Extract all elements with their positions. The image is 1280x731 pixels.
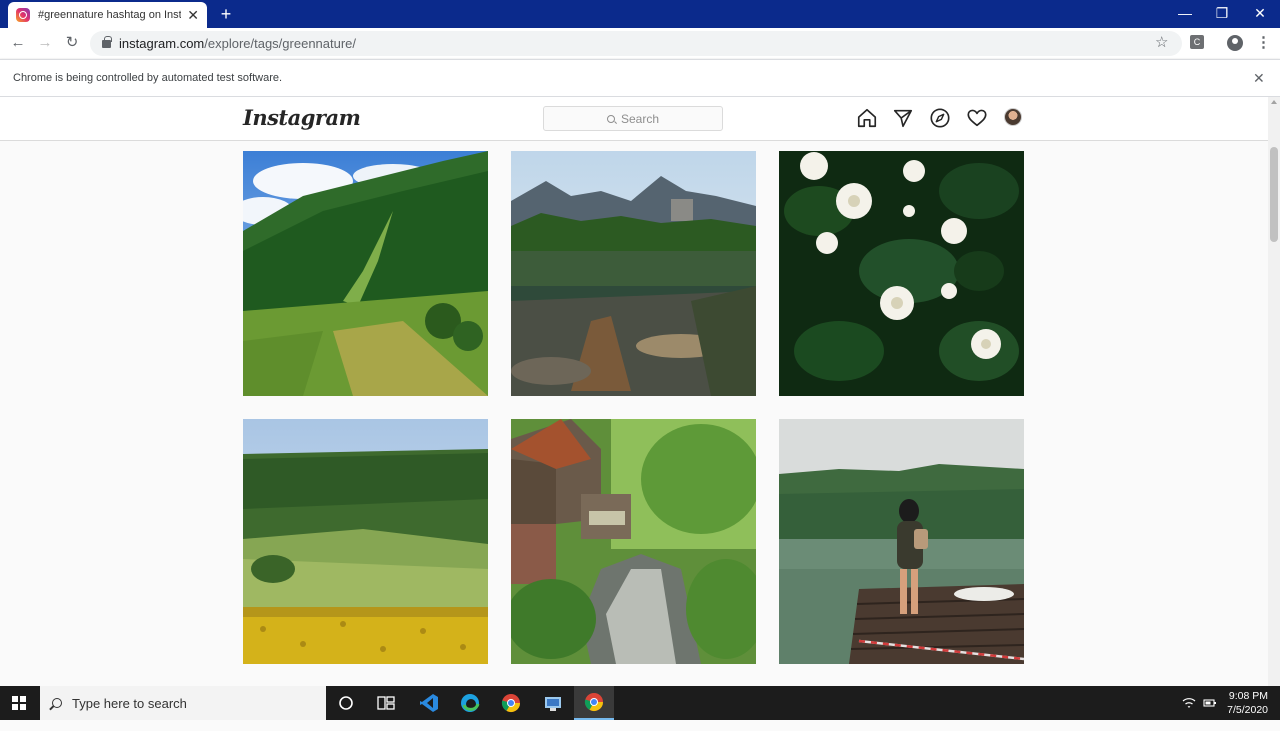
chrome-icon[interactable] [491, 686, 531, 720]
minimize-button[interactable]: — [1166, 0, 1204, 26]
restore-button[interactable]: ❐ [1203, 0, 1241, 26]
new-tab-button[interactable]: + [216, 4, 236, 24]
chrome-menu-icon[interactable]: ⋮ [1256, 33, 1271, 51]
home-icon[interactable] [856, 107, 878, 129]
automation-infobar: Chrome is being controlled by automated … [0, 59, 1280, 97]
windows-taskbar: Type here to search 9:08 PM 7/5/2020 [0, 686, 1280, 720]
post-mill-stream[interactable] [511, 419, 756, 664]
task-view-icon[interactable] [366, 686, 406, 720]
post-lake-pier[interactable] [779, 419, 1024, 664]
scrollbar-thumb[interactable] [1270, 147, 1278, 242]
wifi-icon[interactable] [1182, 696, 1196, 730]
instagram-favicon-icon [16, 8, 30, 22]
browser-titlebar: #greennature hashtag on Instagram ✕ + — … [0, 0, 1280, 28]
url-host: instagram.com [119, 36, 205, 51]
lock-icon[interactable] [102, 35, 112, 48]
infobar-close-icon[interactable]: ✕ [1253, 70, 1265, 87]
reload-button[interactable]: ↻ [62, 33, 82, 53]
infobar-message: Chrome is being controlled by automated … [13, 72, 283, 84]
scroll-up-icon[interactable] [1271, 100, 1277, 104]
network-app-icon[interactable] [533, 686, 573, 720]
clock-time: 9:08 PM [1228, 690, 1268, 702]
instagram-header: Instagram Search [0, 97, 1268, 141]
chrome-active-icon[interactable] [574, 686, 614, 720]
clock-date: 7/5/2020 [1227, 704, 1268, 716]
explore-grid [0, 141, 1268, 686]
windows-start-icon[interactable] [12, 696, 26, 710]
close-window-button[interactable]: ✕ [1241, 0, 1279, 26]
url-text: instagram.com/explore/tags/greennature/ [119, 36, 356, 51]
system-clock[interactable]: 9:08 PM 7/5/2020 [1222, 689, 1268, 717]
tab-title: #greennature hashtag on Instagram [38, 9, 182, 21]
explore-icon[interactable] [929, 107, 951, 129]
vscode-icon[interactable] [409, 686, 449, 720]
post-sunflower-field[interactable] [243, 419, 488, 664]
forward-button[interactable]: → [35, 33, 55, 53]
taskbar-search-placeholder: Type here to search [72, 695, 187, 711]
page-scrollbar[interactable] [1268, 97, 1280, 686]
battery-icon[interactable] [1203, 697, 1217, 731]
bookmark-star-icon[interactable]: ☆ [1155, 33, 1168, 51]
activity-heart-icon[interactable] [966, 107, 988, 129]
post-mountain-valley[interactable] [243, 151, 488, 396]
post-white-flowers[interactable] [779, 151, 1024, 396]
browser-tab[interactable]: #greennature hashtag on Instagram ✕ [8, 2, 207, 28]
back-button[interactable]: ← [8, 33, 28, 53]
search-icon [52, 698, 62, 708]
edge-icon[interactable] [450, 686, 490, 720]
search-input[interactable]: Search [543, 106, 723, 131]
tab-close-icon[interactable]: ✕ [187, 7, 199, 24]
search-icon [606, 114, 615, 123]
browser-toolbar: ← → ↻ instagram.com/explore/tags/greenna… [0, 28, 1280, 58]
instagram-logo[interactable]: Instagram [243, 105, 361, 130]
post-mountain-lake[interactable] [511, 151, 756, 396]
search-placeholder: Search [620, 111, 660, 126]
direct-icon[interactable] [892, 107, 914, 129]
address-bar[interactable]: instagram.com/explore/tags/greennature/ [90, 31, 1182, 56]
extension-icon[interactable]: C [1190, 35, 1204, 49]
url-path: /explore/tags/greennature/ [204, 36, 357, 51]
taskbar-search-input[interactable]: Type here to search [40, 686, 326, 720]
avatar[interactable] [1004, 108, 1022, 126]
profile-icon[interactable] [1227, 35, 1243, 51]
cortana-icon[interactable] [326, 686, 366, 720]
